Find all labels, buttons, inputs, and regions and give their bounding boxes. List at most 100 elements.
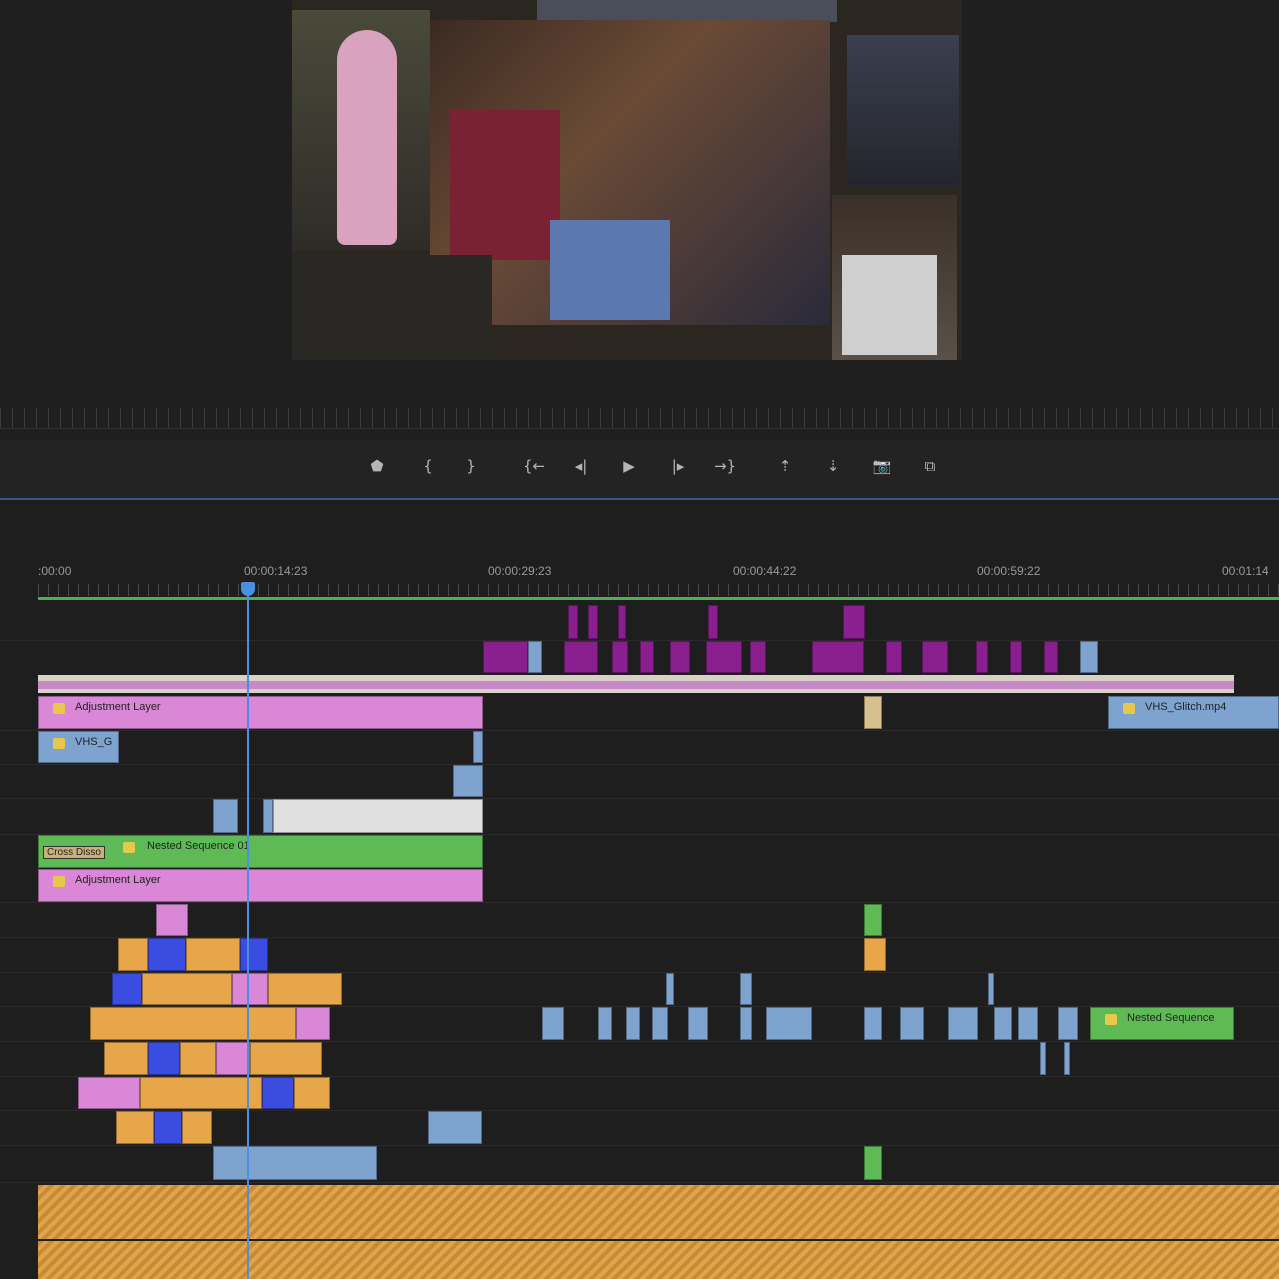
audio-track-a2[interactable]	[38, 1241, 1279, 1279]
extract-button[interactable]: ⇣	[818, 452, 848, 480]
clip-orange[interactable]	[182, 1111, 212, 1144]
clip-pink[interactable]	[296, 1007, 330, 1040]
clip-orange[interactable]	[90, 1007, 296, 1040]
clip-purple[interactable]	[640, 641, 654, 673]
clip-purple[interactable]	[706, 641, 742, 673]
step-back-button[interactable]: ◂|	[566, 452, 596, 480]
clip-purple[interactable]	[708, 605, 718, 639]
clip-navy[interactable]	[148, 938, 186, 971]
clip-blue[interactable]	[948, 1007, 978, 1040]
clip-orange[interactable]	[268, 973, 342, 1005]
timeline-ruler[interactable]: :00:00 00:00:14:23 00:00:29:23 00:00:44:…	[38, 558, 1279, 600]
clip-blue[interactable]	[652, 1007, 668, 1040]
clip-navy[interactable]	[154, 1111, 182, 1144]
video-frame[interactable]	[292, 0, 962, 360]
cross-dissolve-transition[interactable]: Cross Disso	[43, 846, 105, 859]
clip-blue[interactable]	[688, 1007, 708, 1040]
mark-in-button[interactable]: {	[413, 452, 443, 480]
clip-orange[interactable]	[116, 1111, 154, 1144]
clip-nested-sequence[interactable]: Nested Sequence	[1090, 1007, 1234, 1040]
clip-blue[interactable]	[626, 1007, 640, 1040]
clip-purple[interactable]	[843, 605, 865, 639]
clip-pink[interactable]	[216, 1042, 250, 1075]
clip-orange[interactable]	[294, 1077, 330, 1109]
clip-purple[interactable]	[886, 641, 902, 673]
clip-orange[interactable]	[142, 973, 232, 1005]
step-forward-button[interactable]: |▸	[663, 452, 693, 480]
clip-vhs-short[interactable]: VHS_G	[38, 731, 119, 763]
lift-button[interactable]: ⇡	[770, 452, 800, 480]
clip-blue[interactable]	[740, 973, 752, 1005]
clip-nested-sequence-01[interactable]: Cross Disso Nested Sequence 01	[38, 835, 483, 868]
clip-navy[interactable]	[112, 973, 142, 1005]
clip-purple[interactable]	[612, 641, 628, 673]
clip-pink[interactable]	[232, 973, 268, 1005]
clip-green[interactable]	[864, 1146, 882, 1180]
clip-blue[interactable]	[1018, 1007, 1038, 1040]
clip-purple[interactable]	[976, 641, 988, 673]
add-marker-button[interactable]: ⬟	[362, 452, 392, 480]
clip-orange[interactable]	[104, 1042, 148, 1075]
keyframe-strip[interactable]	[38, 675, 1234, 693]
clip-blue[interactable]	[988, 973, 994, 1005]
clip-orange[interactable]	[140, 1077, 262, 1109]
monitor-time-ruler[interactable]	[0, 408, 1279, 429]
clip-vhs-glitch[interactable]: VHS_Glitch.mp4	[1108, 696, 1279, 729]
clip-orange[interactable]	[118, 938, 148, 971]
clip-purple[interactable]	[750, 641, 766, 673]
clip-orange[interactable]	[250, 1042, 322, 1075]
clip-navy[interactable]	[148, 1042, 180, 1075]
clip-blue[interactable]	[766, 1007, 812, 1040]
clip-blue[interactable]	[542, 1007, 564, 1040]
clip-purple[interactable]	[812, 641, 864, 673]
clip-blue[interactable]	[1064, 1042, 1070, 1075]
clip-purple[interactable]	[922, 641, 948, 673]
compare-view-button[interactable]: ⧉	[915, 452, 945, 480]
clip-purple[interactable]	[1010, 641, 1022, 673]
play-button[interactable]: ▶	[614, 452, 644, 480]
playhead-handle[interactable]	[241, 582, 255, 596]
work-area-bar[interactable]	[38, 597, 1279, 600]
clip-blue[interactable]	[263, 799, 273, 833]
clip-purple[interactable]	[483, 641, 528, 673]
clip-navy[interactable]	[262, 1077, 294, 1109]
clip-blue[interactable]	[1058, 1007, 1078, 1040]
clip-orange[interactable]	[864, 938, 886, 971]
clip-blue[interactable]	[453, 765, 483, 797]
clip-blue[interactable]	[740, 1007, 752, 1040]
clip-blue[interactable]	[1080, 641, 1098, 673]
export-frame-button[interactable]: 📷	[867, 452, 897, 480]
audio-track-a1[interactable]	[38, 1185, 1279, 1239]
clip-blue[interactable]	[428, 1111, 482, 1144]
clip-purple[interactable]	[564, 641, 598, 673]
clip-purple[interactable]	[618, 605, 626, 639]
clip-adjustment-layer[interactable]: Adjustment Layer	[38, 696, 483, 729]
clip-blue[interactable]	[666, 973, 674, 1005]
clip-purple[interactable]	[568, 605, 578, 639]
clip-orange[interactable]	[180, 1042, 216, 1075]
clip-orange[interactable]	[186, 938, 240, 971]
clip-blue[interactable]	[1040, 1042, 1046, 1075]
go-to-out-button[interactable]: →}	[710, 452, 740, 480]
clip-pink[interactable]	[156, 904, 188, 936]
clip-green[interactable]	[864, 904, 882, 936]
clip-purple[interactable]	[670, 641, 690, 673]
clip-blue[interactable]	[213, 799, 238, 833]
clip-tan[interactable]	[864, 696, 882, 729]
mark-out-button[interactable]: }	[456, 452, 486, 480]
clip-pink[interactable]	[78, 1077, 140, 1109]
go-to-in-button[interactable]: {←	[519, 452, 549, 480]
playhead-line[interactable]	[247, 582, 249, 1279]
clip-blue[interactable]	[473, 731, 483, 763]
clip-blue[interactable]	[213, 1146, 377, 1180]
clip-purple[interactable]	[1044, 641, 1058, 673]
clip-blue[interactable]	[994, 1007, 1012, 1040]
clip-blue[interactable]	[528, 641, 542, 673]
clip-purple[interactable]	[588, 605, 598, 639]
clip-blue[interactable]	[864, 1007, 882, 1040]
clip-adjustment-layer[interactable]: Adjustment Layer	[38, 869, 483, 902]
clip-graphic[interactable]	[273, 799, 483, 833]
clip-navy[interactable]	[240, 938, 268, 971]
clip-blue[interactable]	[598, 1007, 612, 1040]
clip-blue[interactable]	[900, 1007, 924, 1040]
